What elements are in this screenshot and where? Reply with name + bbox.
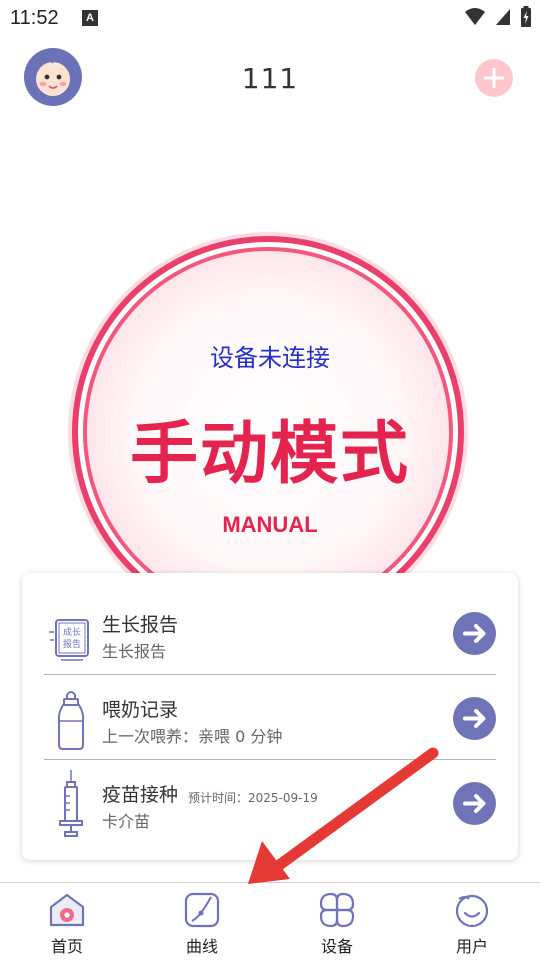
connection-status: 设备未连接 xyxy=(210,344,330,372)
record-subtitle: 卡介苗 xyxy=(102,812,151,831)
nav-label: 设备 xyxy=(320,937,353,956)
nav-item-home[interactable]: 首页 xyxy=(17,883,117,960)
nav-item-curve[interactable]: 曲线 xyxy=(152,883,252,960)
records-card: 成长 报告 生长报告 生长报告 喂奶记录 上一次喂养：亲喂 0 分钟 疫苗接种 … xyxy=(22,573,518,860)
nav-item-device[interactable]: 设备 xyxy=(287,883,387,960)
record-subtitle: 上一次喂养：亲喂 0 分钟 xyxy=(102,727,283,746)
notification-badge: A xyxy=(82,10,98,26)
nav-label: 首页 xyxy=(50,937,83,956)
record-title: 喂奶记录 xyxy=(102,699,179,721)
mode-subtitle: MANUAL xyxy=(222,512,318,537)
record-note: 预计时间：2025-09-19 xyxy=(188,791,318,805)
nav-item-user[interactable]: 用户 xyxy=(422,883,522,960)
record-title: 疫苗接种 xyxy=(102,784,179,806)
device-icon xyxy=(319,892,355,928)
signal-icon xyxy=(496,9,510,25)
mode-title: 手动模式 xyxy=(129,415,410,494)
status-icons xyxy=(464,6,532,28)
record-subtitle: 生长报告 xyxy=(102,642,167,661)
wifi-icon xyxy=(465,8,485,25)
growth-report-arrow-button[interactable] xyxy=(453,612,496,655)
nav-label: 用户 xyxy=(455,937,488,956)
list-item-growth-report[interactable]: 成长 报告 生长报告 生长报告 xyxy=(22,590,518,675)
nav-label: 曲线 xyxy=(185,937,218,956)
home-icon xyxy=(49,893,85,927)
growth-report-icon-text-2: 报告 xyxy=(63,638,81,650)
plus-icon xyxy=(484,68,504,88)
bottom-nav: 首页 曲线 设备 用户 xyxy=(0,882,540,960)
add-button[interactable] xyxy=(475,59,513,97)
arrow-right-icon xyxy=(463,624,486,643)
record-title: 生长报告 xyxy=(102,614,179,636)
syringe-icon xyxy=(59,770,83,837)
vaccination-arrow-button[interactable] xyxy=(453,782,496,825)
feeding-record-arrow-button[interactable] xyxy=(453,697,496,740)
battery-icon xyxy=(521,6,531,27)
arrow-right-icon xyxy=(463,709,486,728)
list-item-feeding-record[interactable]: 喂奶记录 上一次喂养：亲喂 0 分钟 xyxy=(22,675,518,760)
list-item-vaccination[interactable]: 疫苗接种 预计时间：2025-09-19 卡介苗 xyxy=(22,760,518,845)
status-bar: 11:52 A xyxy=(0,0,540,36)
status-time: 11:52 xyxy=(10,7,59,29)
curve-icon xyxy=(184,892,220,928)
user-icon xyxy=(455,894,489,928)
arrow-right-icon xyxy=(463,794,486,813)
growth-report-icon: 成长 报告 xyxy=(49,619,89,661)
page-title: 111 xyxy=(241,62,299,95)
growth-report-icon-text-1: 成长 xyxy=(63,626,81,638)
baby-bottle-icon xyxy=(57,691,85,750)
header: 111 xyxy=(0,40,540,116)
